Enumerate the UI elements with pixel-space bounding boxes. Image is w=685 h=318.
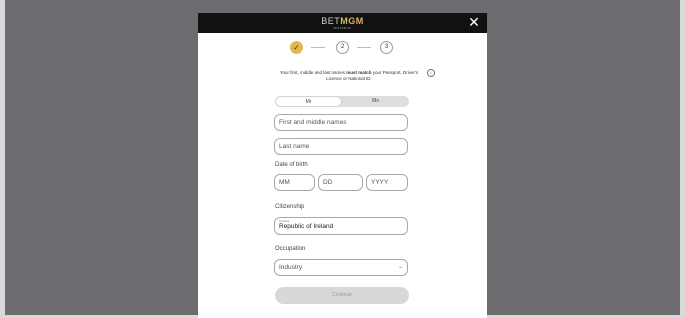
check-icon: ✓ — [290, 41, 303, 54]
name-match-notice: Your first, middle and last names must m… — [279, 70, 419, 81]
continue-button[interactable]: Continue — [275, 287, 409, 304]
logo-brand: MGM — [340, 15, 364, 26]
betmgm-logo: BETMGM ONTARIO — [321, 15, 364, 30]
window-frame-right — [680, 0, 685, 318]
dob-year-field[interactable]: YYYY — [366, 174, 408, 191]
first-name-field[interactable]: First and middle names — [274, 114, 408, 131]
stepper-divider — [311, 47, 325, 48]
step-2: 2 — [336, 41, 349, 54]
logo-subtitle: ONTARIO — [333, 25, 352, 30]
info-icon[interactable]: i — [427, 69, 435, 77]
title-toggle: Mr Ms — [275, 96, 409, 107]
last-name-field[interactable]: Last name — [274, 138, 408, 155]
window-frame-left — [0, 0, 5, 318]
chevron-down-icon: ⌄ — [397, 264, 403, 270]
citizenship-label: Citizenship — [275, 204, 305, 210]
logo-prefix: BET — [321, 15, 341, 26]
dob-month-field[interactable]: MM — [274, 174, 315, 191]
progress-stepper: ✓ 2 3 — [198, 41, 487, 55]
modal-header: BETMGM ONTARIO ✕ — [198, 13, 487, 33]
close-icon[interactable]: ✕ — [467, 15, 481, 29]
occupation-select[interactable]: Industry ⌄ — [274, 259, 408, 276]
citizenship-select[interactable]: Country Republic of Ireland — [274, 217, 408, 235]
step-3: 3 — [380, 41, 393, 54]
dob-label: Date of birth — [275, 162, 308, 168]
title-option-ms[interactable]: Ms — [342, 96, 409, 107]
title-option-mr[interactable]: Mr — [275, 96, 342, 107]
citizenship-value: Republic of Ireland — [279, 223, 334, 230]
occupation-value: Industry — [279, 264, 303, 271]
dob-day-field[interactable]: DD — [318, 174, 363, 191]
stepper-divider — [357, 47, 371, 48]
registration-modal: BETMGM ONTARIO ✕ ✓ 2 3 Your first, middl… — [198, 13, 487, 318]
occupation-label: Occupation — [275, 246, 306, 252]
